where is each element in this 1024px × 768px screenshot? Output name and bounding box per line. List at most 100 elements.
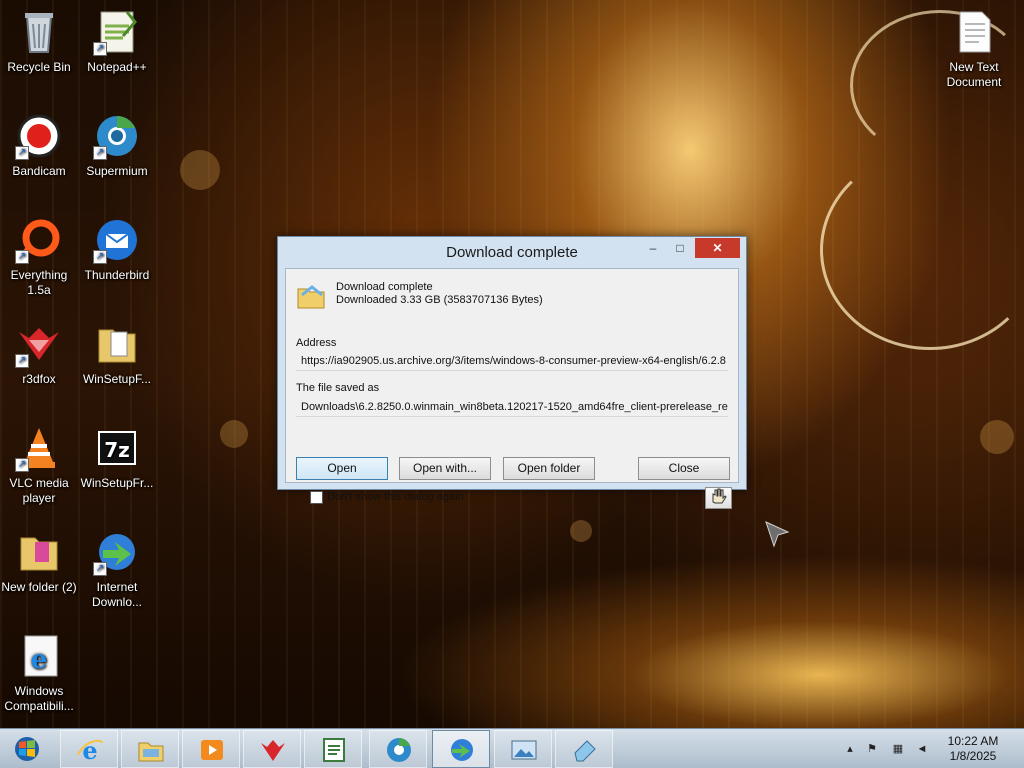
- image-viewer-icon: [510, 737, 538, 763]
- desktop-icon-label: Supermium: [86, 164, 148, 178]
- volume-icon[interactable]: ◄: [914, 741, 930, 757]
- dont-show-label[interactable]: Don't show this dialog again: [327, 491, 464, 503]
- desktop-icon-thunderbird[interactable]: ↗ Thunderbird: [79, 216, 155, 283]
- taskbar-item-eraser[interactable]: [555, 730, 613, 768]
- taskbar-item-notepad[interactable]: [304, 730, 362, 768]
- desktop-icon-label: WinSetupF...: [82, 372, 152, 386]
- open-with-button[interactable]: Open with...: [399, 457, 491, 480]
- recycle-bin-icon: [15, 8, 63, 56]
- wallpaper-bokeh: [220, 420, 248, 448]
- taskbar-item-r3dfox[interactable]: [243, 730, 301, 768]
- address-field[interactable]: https://ia902905.us.archive.org/3/items/…: [296, 352, 728, 371]
- download-complete-dialog: Download complete – □ ✕ Download complet…: [277, 236, 747, 509]
- internet-explorer-icon: e: [15, 632, 63, 680]
- thunderbird-icon: ↗: [93, 216, 141, 264]
- taskbar-item-internet-download-manager[interactable]: [432, 730, 490, 768]
- wallpaper-bokeh: [180, 150, 220, 190]
- supermium-icon: ↗: [93, 112, 141, 160]
- desktop-icon-vlc[interactable]: ↗ VLC media player: [1, 424, 77, 506]
- status-title: Download complete: [336, 281, 433, 293]
- internet-download-manager-icon: [448, 737, 476, 763]
- minimize-button[interactable]: –: [640, 238, 666, 258]
- desktop-icon-new-text-document[interactable]: New Text Document: [936, 8, 1012, 90]
- dont-show-checkbox[interactable]: [310, 491, 323, 504]
- desktop-icon-label: Everything 1.5a: [10, 268, 68, 297]
- svg-text:e: e: [31, 645, 48, 675]
- dialog-titlebar[interactable]: Download complete – □ ✕: [278, 237, 746, 267]
- maximize-button[interactable]: □: [667, 238, 693, 258]
- desktop-icon-label: Internet Downlo...: [91, 580, 143, 609]
- desktop-icon-label: New folder (2): [1, 580, 77, 594]
- start-button[interactable]: [0, 729, 58, 768]
- clock[interactable]: 10:22 AM 1/8/2025: [934, 734, 1012, 764]
- desktop-icon-label: New Text Document: [946, 60, 1002, 89]
- taskbar-item-image-viewer[interactable]: [494, 730, 552, 768]
- shortcut-arrow-icon: ↗: [93, 562, 107, 576]
- desktop-icon-winsetupfr[interactable]: 7z WinSetupFr...: [79, 424, 155, 491]
- shortcut-arrow-icon: ↗: [15, 354, 29, 368]
- status-size: Downloaded 3.33 GB (3583707136 Bytes): [336, 294, 543, 306]
- action-center-flag-icon[interactable]: ⚑: [864, 741, 880, 757]
- saved-as-field[interactable]: Downloads\6.2.8250.0.winmain_win8beta.12…: [296, 398, 728, 417]
- dialog-client-area: Download complete Downloaded 3.33 GB (35…: [285, 268, 739, 509]
- desktop-icon-recycle-bin[interactable]: Recycle Bin: [1, 8, 77, 75]
- eraser-icon: [571, 737, 599, 763]
- close-button[interactable]: Close: [638, 457, 730, 480]
- open-button[interactable]: Open: [296, 457, 388, 480]
- clock-time: 10:22 AM: [947, 734, 999, 748]
- open-folder-button[interactable]: Open folder: [503, 457, 595, 480]
- desktop-icon-label: Notepad++: [87, 60, 147, 74]
- desktop-icon-notepad-plus-plus[interactable]: ↗ Notepad++: [79, 8, 155, 75]
- close-window-button[interactable]: ✕: [695, 238, 740, 258]
- desktop-icon-bandicam[interactable]: ↗ Bandicam: [1, 112, 77, 179]
- show-hidden-icons-button[interactable]: ▴: [842, 741, 858, 757]
- desktop-icon-windows-compatibility[interactable]: e Windows Compatibili...: [1, 632, 77, 714]
- everything-icon: ↗: [15, 216, 63, 264]
- internet-download-manager-icon: ↗: [93, 528, 141, 576]
- notepad-plus-plus-icon: ↗: [93, 8, 141, 56]
- 7zip-icon: 7z: [93, 424, 141, 472]
- wallpaper-bokeh: [980, 420, 1014, 454]
- shortcut-arrow-icon: ↗: [93, 250, 107, 264]
- hand-settings-button[interactable]: [705, 487, 732, 509]
- taskbar-item-internet-explorer[interactable]: e: [60, 730, 118, 768]
- svg-text:7z: 7z: [104, 438, 130, 462]
- desktop-icon-winsetupf[interactable]: WinSetupF...: [79, 320, 155, 387]
- desktop-icon-label: Windows Compatibili...: [4, 684, 74, 713]
- shortcut-arrow-icon: ↗: [15, 458, 29, 472]
- desktop-icon-label: Recycle Bin: [7, 60, 71, 74]
- desktop-icon-label: Thunderbird: [84, 268, 150, 282]
- internet-explorer-icon: e: [76, 736, 104, 765]
- clock-date: 1/8/2025: [949, 749, 997, 763]
- desktop-icon-r3dfox[interactable]: ↗ r3dfox: [1, 320, 77, 387]
- r3dfox-icon: ↗: [15, 320, 63, 368]
- download-folder-icon: [296, 281, 326, 311]
- desktop-icon-internet-download-manager[interactable]: ↗ Internet Downlo...: [79, 528, 155, 610]
- desktop-icon-label: VLC media player: [9, 476, 69, 505]
- notepad-icon: [320, 737, 348, 763]
- desktop-icon-label: WinSetupFr...: [80, 476, 154, 490]
- address-label: Address: [296, 337, 337, 349]
- desktop-icon-new-folder-2[interactable]: New folder (2): [1, 528, 77, 595]
- shortcut-arrow-icon: ↗: [15, 250, 29, 264]
- taskbar: e ▴ ⚑ ▦ ◄ 10:22 AM 1/8/2025: [0, 728, 1024, 768]
- desktop-icon-label: r3dfox: [22, 372, 56, 386]
- desktop-icon-supermium[interactable]: ↗ Supermium: [79, 112, 155, 179]
- r3dfox-icon: [259, 737, 287, 763]
- file-explorer-icon: [137, 737, 165, 763]
- taskbar-item-media-player[interactable]: [182, 730, 240, 768]
- desktop-icon-everything[interactable]: ↗ Everything 1.5a: [1, 216, 77, 298]
- folder-icon: [15, 528, 63, 576]
- taskbar-item-file-explorer[interactable]: [121, 730, 179, 768]
- network-icon[interactable]: ▦: [890, 741, 906, 757]
- vlc-icon: ↗: [15, 424, 63, 472]
- windows-logo-icon: [15, 737, 39, 761]
- saved-as-label: The file saved as: [296, 382, 380, 394]
- shortcut-arrow-icon: ↗: [93, 146, 107, 160]
- supermium-icon: [385, 737, 413, 763]
- mouse-cursor-icon: [765, 521, 790, 548]
- taskbar-item-supermium[interactable]: [369, 730, 427, 768]
- hand-pointer-icon: [712, 488, 727, 504]
- media-player-icon: [198, 737, 226, 763]
- shortcut-arrow-icon: ↗: [93, 42, 107, 56]
